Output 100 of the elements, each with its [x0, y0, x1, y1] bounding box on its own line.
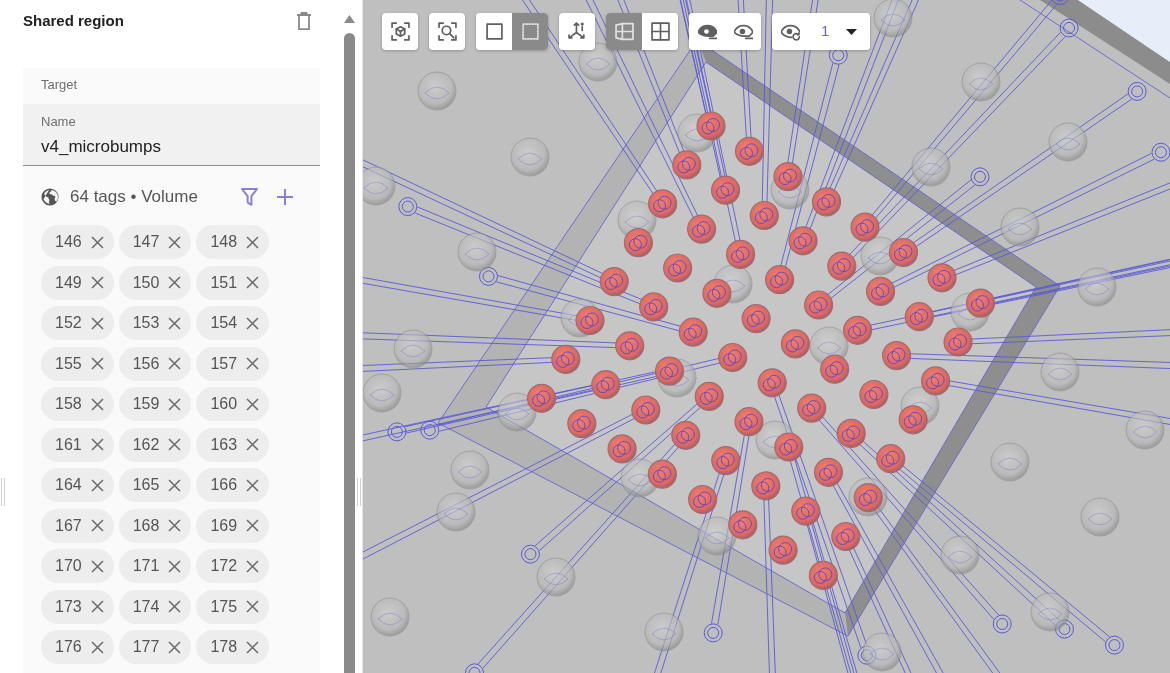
tag-label: 176 — [55, 637, 82, 657]
tag-label: 171 — [132, 556, 160, 576]
close-icon[interactable] — [246, 640, 260, 654]
tag-label: 163 — [210, 434, 238, 455]
tag-label: 162 — [132, 434, 160, 455]
tag-label: 151 — [210, 272, 238, 293]
close-icon[interactable] — [168, 276, 182, 289]
tag-label: 152 — [55, 313, 82, 333]
close-icon[interactable] — [90, 316, 104, 330]
dotted-box-select-button[interactable] — [512, 13, 548, 50]
close-icon[interactable] — [246, 357, 260, 370]
close-icon[interactable] — [168, 438, 182, 451]
trash-icon[interactable] — [297, 12, 311, 30]
perspective-view-button[interactable] — [606, 13, 642, 50]
close-icon[interactable] — [90, 559, 104, 573]
tag-label: 153 — [132, 313, 160, 333]
close-icon[interactable] — [246, 235, 260, 249]
eye-minus-icon — [697, 22, 717, 41]
tag-label: 154 — [210, 313, 238, 333]
hide-button[interactable] — [689, 13, 725, 50]
close-icon[interactable] — [90, 519, 104, 532]
tag-label: 148 — [210, 232, 238, 252]
tag-label: 157 — [210, 353, 238, 374]
tag-label: 146 — [55, 232, 82, 252]
close-icon[interactable] — [168, 478, 182, 492]
square-icon — [484, 22, 504, 41]
visibility-button[interactable] — [772, 13, 808, 50]
caret-down-icon — [846, 28, 857, 35]
close-icon[interactable] — [246, 600, 260, 613]
close-icon[interactable] — [168, 640, 182, 654]
tag-label: 177 — [132, 637, 160, 657]
close-icon[interactable] — [246, 559, 260, 573]
close-icon[interactable] — [168, 519, 182, 532]
resize-handle-icon[interactable] — [1, 478, 5, 506]
section-label: Target — [41, 76, 78, 94]
tag-label: 165 — [132, 475, 160, 495]
close-icon[interactable] — [246, 397, 260, 411]
name-input[interactable]: v4_microbumps — [41, 136, 301, 158]
close-icon[interactable] — [246, 316, 260, 330]
tag-label: 160 — [210, 394, 238, 414]
close-icon[interactable] — [90, 478, 104, 492]
box-select-button[interactable] — [476, 13, 512, 50]
scroll-up-arrow-icon[interactable] — [343, 15, 355, 23]
filter-icon[interactable] — [241, 188, 258, 206]
panel-title: Shared region — [23, 10, 124, 31]
focus-object-button[interactable] — [382, 13, 418, 50]
zoom-fit-button[interactable] — [429, 13, 465, 50]
scrollbar-thumb[interactable] — [343, 33, 355, 673]
globe-icon — [41, 188, 59, 206]
close-icon[interactable] — [90, 640, 104, 654]
close-icon[interactable] — [168, 600, 182, 613]
tag-label: 169 — [210, 515, 238, 536]
close-icon[interactable] — [90, 397, 104, 411]
close-icon[interactable] — [90, 276, 104, 289]
close-icon[interactable] — [246, 438, 260, 451]
tag-label: 147 — [132, 232, 160, 252]
field-label: Name — [41, 113, 76, 131]
tag-label: 149 — [55, 272, 82, 293]
tag-label: 164 — [55, 475, 82, 495]
eye-refresh-icon — [780, 22, 800, 41]
tag-label: 166 — [210, 475, 238, 495]
tag-label: 158 — [55, 394, 82, 414]
tags-summary: 64 tags • Volume — [70, 186, 198, 208]
name-field[interactable]: Name v4_microbumps — [23, 104, 320, 166]
tag-label: 156 — [132, 353, 160, 374]
tag-label: 170 — [55, 556, 82, 576]
tag-label: 173 — [55, 596, 82, 617]
tag-label: 167 — [55, 515, 82, 536]
show-button[interactable] — [725, 13, 761, 50]
add-icon[interactable] — [277, 189, 293, 205]
close-icon[interactable] — [246, 276, 260, 289]
close-icon[interactable] — [168, 316, 182, 330]
tag-label: 159 — [132, 394, 160, 414]
axes-button[interactable] — [559, 13, 595, 50]
close-icon[interactable] — [90, 357, 104, 370]
tag-label: 161 — [55, 434, 82, 455]
grid-icon — [650, 22, 670, 41]
cube-in-frame-icon — [390, 22, 410, 41]
tag-label: 150 — [132, 272, 160, 293]
tag-label: 175 — [210, 596, 238, 617]
layer-dropdown[interactable]: 1 — [808, 13, 870, 50]
close-icon[interactable] — [90, 235, 104, 249]
close-icon[interactable] — [168, 397, 182, 411]
dotted-square-icon — [520, 22, 540, 41]
close-icon[interactable] — [246, 519, 260, 532]
eye-outline-minus-icon — [733, 22, 753, 41]
axes-icon — [567, 22, 587, 41]
tag-label: 168 — [132, 515, 160, 536]
close-icon[interactable] — [246, 478, 260, 492]
tag-label: 174 — [132, 596, 160, 617]
perspective-window-icon — [614, 22, 634, 41]
tag-label: 172 — [210, 556, 238, 576]
close-icon[interactable] — [168, 357, 182, 370]
close-icon[interactable] — [90, 438, 104, 451]
close-icon[interactable] — [168, 235, 182, 249]
grid-view-button[interactable] — [642, 13, 678, 50]
close-icon[interactable] — [90, 600, 104, 613]
tag-label: 155 — [55, 353, 82, 374]
magnifier-in-frame-icon — [437, 22, 457, 41]
close-icon[interactable] — [168, 559, 182, 573]
